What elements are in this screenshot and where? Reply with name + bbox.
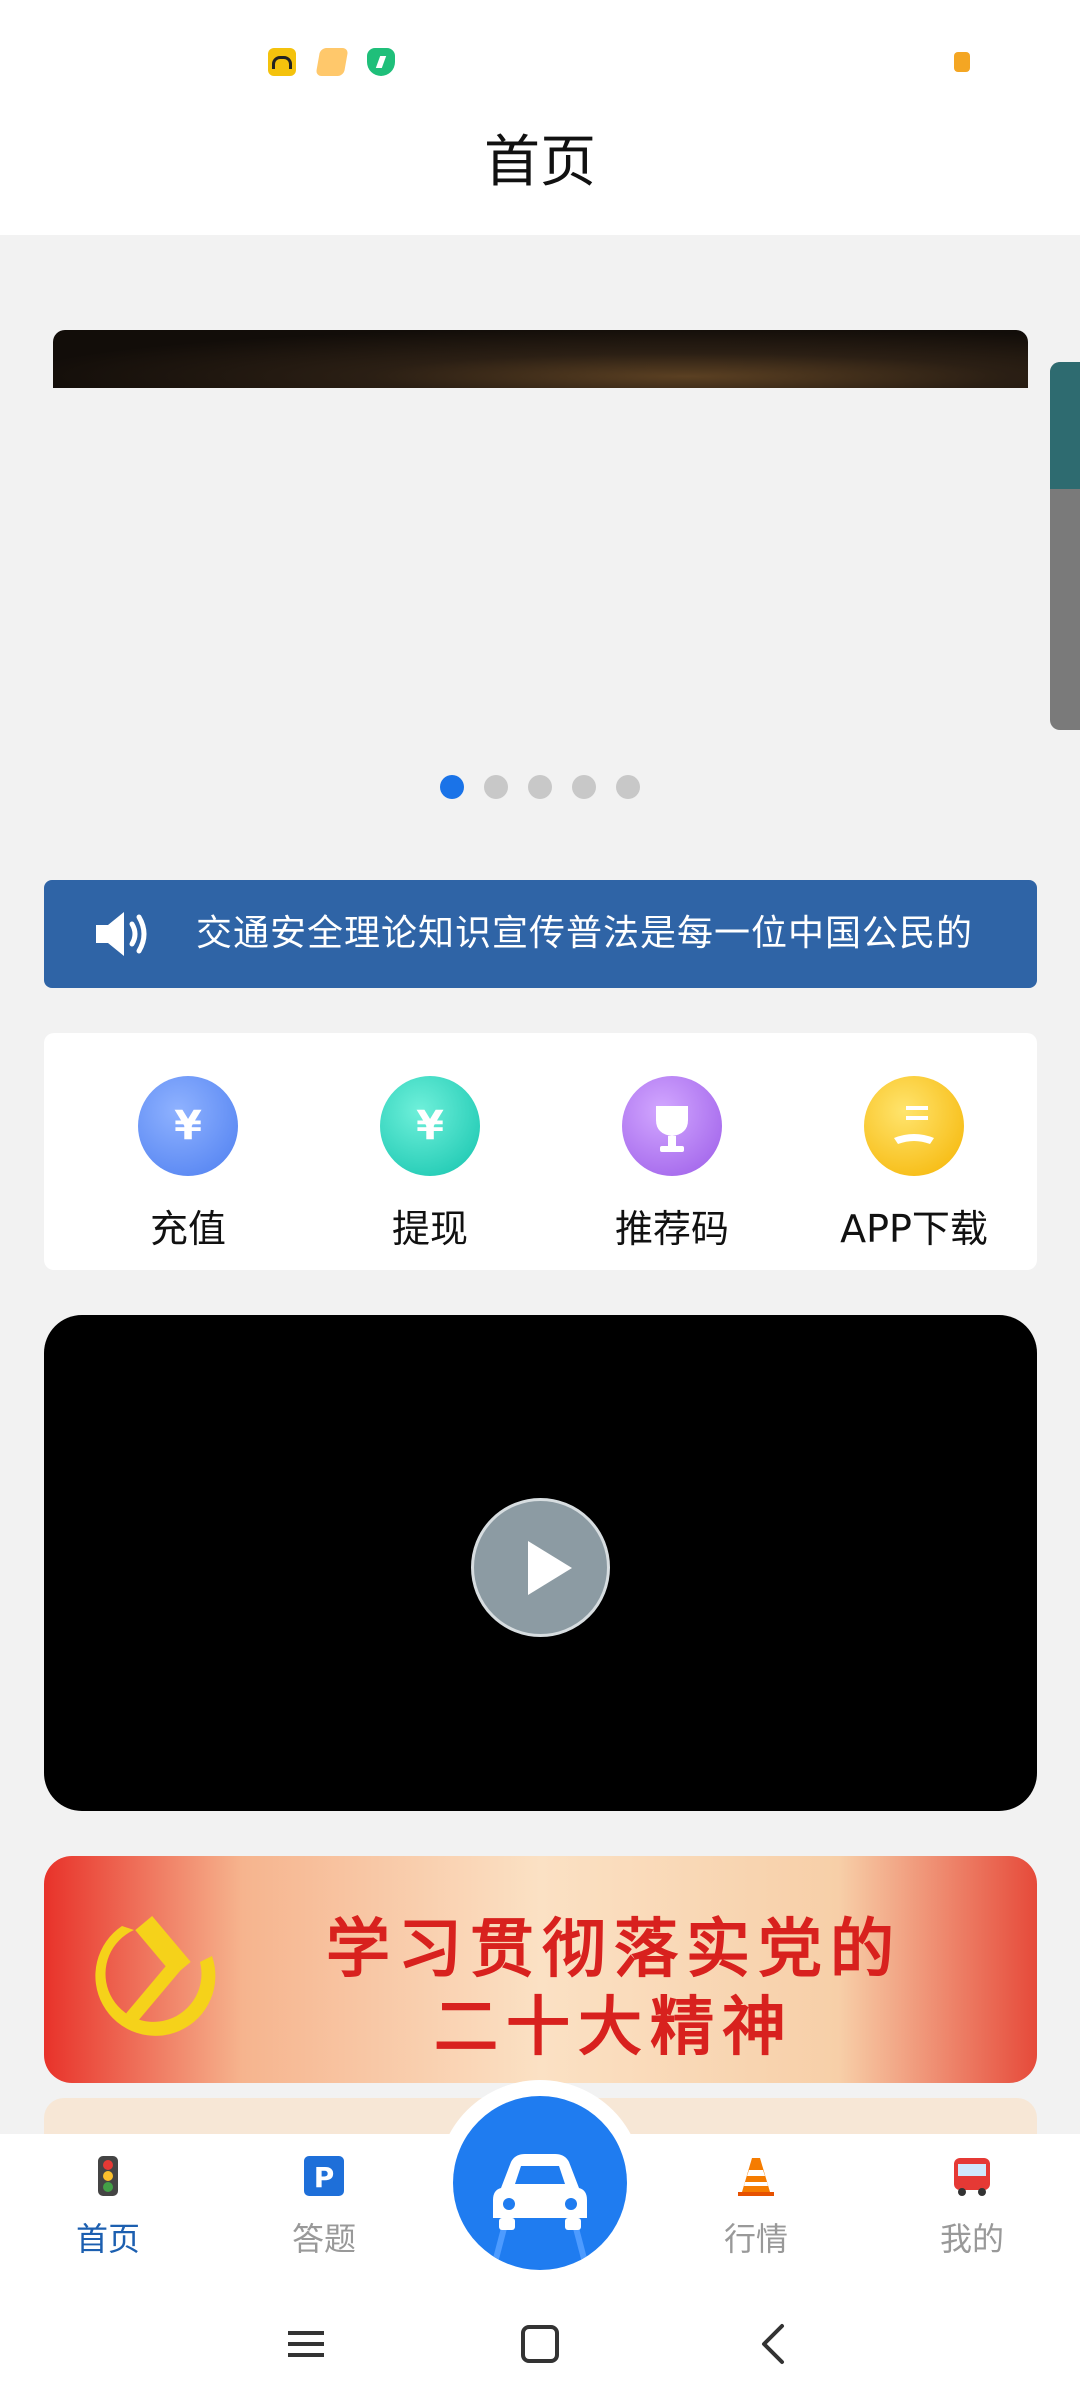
menu-icon[interactable] — [276, 2314, 336, 2374]
video-player[interactable] — [44, 1315, 1037, 1811]
battery-icon — [954, 52, 970, 72]
app-header: 首页 — [0, 0, 1080, 235]
recharge-icon: ¥ — [138, 1076, 238, 1176]
parking-icon: P — [304, 2156, 344, 2196]
party-banner[interactable]: 学习贯彻落实党的 二十大精神 — [44, 1856, 1037, 2083]
tab-quiz[interactable]: P 答题 — [244, 2154, 404, 2260]
center-car-button[interactable] — [453, 2096, 627, 2270]
app-download-button[interactable]: APP下载 — [814, 1076, 1014, 1253]
withdraw-button[interactable]: ¥ 提现 — [330, 1076, 530, 1253]
message-icon — [315, 48, 349, 76]
carousel-dot[interactable] — [484, 775, 508, 799]
carousel-dot[interactable] — [616, 775, 640, 799]
hammer-sickle-emblem — [95, 1915, 216, 2036]
quick-actions: ¥ 充值 ¥ 提现 推荐码 APP下载 — [44, 1033, 1037, 1270]
car-icon — [490, 2154, 590, 2270]
withdraw-icon: ¥ — [380, 1076, 480, 1176]
traffic-light-icon — [98, 2156, 118, 2196]
system-navigation — [0, 2284, 1080, 2400]
home-icon[interactable] — [510, 2314, 570, 2374]
play-icon[interactable] — [471, 1498, 610, 1637]
svg-text:P: P — [314, 2161, 335, 2194]
carousel-dot[interactable] — [528, 775, 552, 799]
carousel-next-peek[interactable] — [1050, 362, 1080, 730]
car-app-icon — [268, 48, 296, 76]
trophy-icon — [622, 1076, 722, 1176]
page-title: 首页 — [484, 130, 596, 195]
carousel-banner[interactable] — [53, 330, 1028, 388]
tab-home[interactable]: 首页 — [28, 2154, 188, 2260]
app-download-icon — [864, 1076, 964, 1176]
tab-mine[interactable]: 我的 — [892, 2154, 1052, 2260]
referral-code-button[interactable]: 推荐码 — [572, 1076, 772, 1253]
speaker-icon — [96, 912, 147, 956]
notice-text: 交通安全理论知识宣传普法是每一位中国公民的 — [196, 913, 974, 954]
bus-icon — [954, 2158, 990, 2196]
carousel-dot[interactable] — [440, 775, 464, 799]
carousel-indicator — [0, 775, 1080, 799]
security-shield-icon — [367, 48, 395, 76]
back-icon[interactable] — [744, 2314, 804, 2374]
traffic-cone-icon — [738, 2158, 774, 2196]
party-banner-line2: 二十大精神 — [434, 1990, 794, 2065]
carousel-dot[interactable] — [572, 775, 596, 799]
notice-bar[interactable]: 交通安全理论知识宣传普法是每一位中国公民的 — [44, 880, 1037, 988]
recharge-button[interactable]: ¥ 充值 — [88, 1076, 288, 1253]
tab-market[interactable]: 行情 — [676, 2154, 836, 2260]
